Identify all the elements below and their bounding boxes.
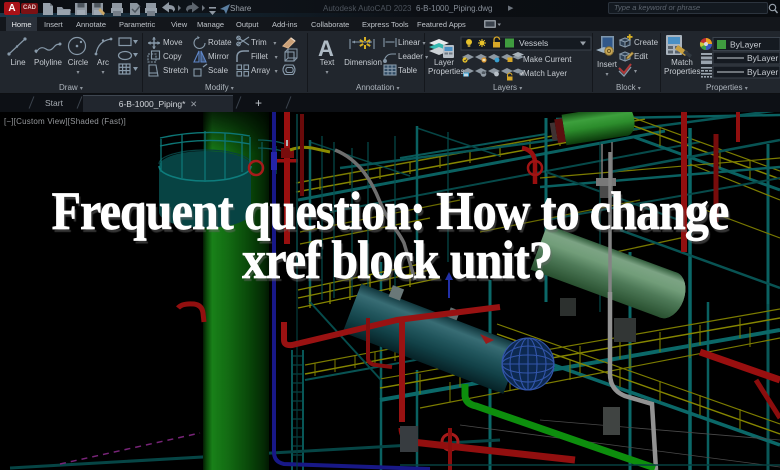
- svg-text:ByLayer: ByLayer: [747, 53, 778, 63]
- svg-text:ByLayer: ByLayer: [747, 67, 778, 77]
- svg-text:Vessels: Vessels: [519, 38, 548, 48]
- svg-text:ByLayer: ByLayer: [730, 40, 761, 50]
